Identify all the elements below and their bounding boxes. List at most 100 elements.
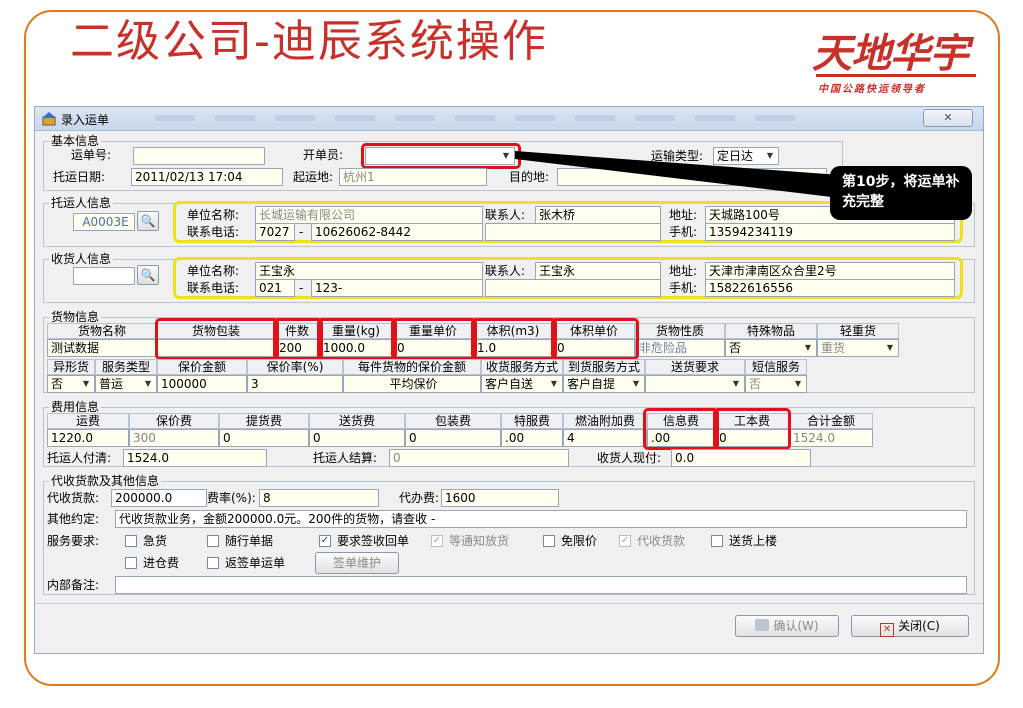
shipper-phone-area-input[interactable]: 7027 xyxy=(255,223,295,241)
goods-header-nature: 货物性质 xyxy=(635,323,725,339)
await-notice-label: 等通知放货 xyxy=(449,534,510,548)
consignee-phone-area-input[interactable]: 021 xyxy=(255,279,295,297)
consignee-mobile-input[interactable]: 15822616556 xyxy=(705,279,955,297)
fee-header-freight: 运费 xyxy=(47,413,129,429)
shipper-settle-label: 托运人结算: xyxy=(313,451,378,465)
odd-shape-select[interactable]: 否 ▼ xyxy=(47,375,95,393)
fuel-surcharge-input[interactable]: 4 xyxy=(563,429,647,447)
shipper-pay-input[interactable]: 1524.0 xyxy=(123,449,267,467)
freight-input[interactable]: 1220.0 xyxy=(47,429,129,447)
consignee-contact-input[interactable]: 王宝永 xyxy=(535,262,661,280)
blurred-title-text xyxy=(155,115,795,121)
warehouse-fee-checkbox[interactable] xyxy=(125,557,137,569)
shipper-extra-input[interactable] xyxy=(485,223,661,241)
service-type-value: 普运 xyxy=(99,377,124,391)
consignee-company-input[interactable]: 王宝永 xyxy=(255,262,483,280)
odd-shape-value: 否 xyxy=(51,377,64,391)
consignee-contact-label: 联系人: xyxy=(485,264,526,278)
insurance-rate-input[interactable]: 3 xyxy=(247,375,343,393)
shipper-contact-input[interactable]: 张木桥 xyxy=(535,206,661,224)
return-signed-waybill-label: 返签单运单 xyxy=(225,556,286,570)
consignee-code-input[interactable] xyxy=(73,267,135,285)
internal-remark-label: 内部备注: xyxy=(47,578,100,592)
special-service-fee-input[interactable]: .00 xyxy=(501,429,563,447)
shipper-phone-input[interactable]: 10626062-8442 xyxy=(311,223,483,241)
pickup-service-value: 客户自送 xyxy=(485,377,534,391)
goods-light-heavy-select[interactable]: 重货 ▼ xyxy=(817,339,899,357)
internal-remark-input[interactable] xyxy=(115,576,967,594)
other-terms-input[interactable]: 代收货款业务，金额200000.0元。200件的货物，请查收 - xyxy=(115,510,967,528)
chevron-down-icon: ▼ xyxy=(804,343,812,352)
confirm-button[interactable]: 确认(W) xyxy=(735,615,839,637)
goods-name-input[interactable]: 测试数据 xyxy=(47,339,157,357)
logo-underline xyxy=(816,74,976,77)
goods-special-select[interactable]: 否 ▼ xyxy=(725,339,817,357)
urgent-checkbox[interactable] xyxy=(125,535,137,547)
await-notice-checkbox[interactable]: ✓ xyxy=(431,535,443,547)
cod-fee-input[interactable]: 1600 xyxy=(441,489,559,507)
shipper-code-input[interactable]: A0003E xyxy=(73,213,135,231)
shipper-contact-label: 联系人: xyxy=(485,208,526,222)
total-amount-input[interactable]: 1524.0 xyxy=(789,429,873,447)
sms-service-select[interactable]: 否 ▼ xyxy=(745,375,807,393)
delivery-fee-input[interactable]: 0 xyxy=(309,429,405,447)
pickup-fee-input[interactable]: 0 xyxy=(219,429,309,447)
accompanying-docs-label: 随行单据 xyxy=(225,534,274,548)
goods-header-insured-amount: 保价金额 xyxy=(157,359,247,375)
consignee-extra-input[interactable] xyxy=(485,279,661,297)
cod-option-label: 代收货款 xyxy=(637,534,686,548)
consignee-address-input[interactable]: 天津市津南区众合里2号 xyxy=(705,262,955,280)
logo-slogan: 中国公路快运领导者 xyxy=(818,84,926,95)
delivery-service-select[interactable]: 客户自提 ▼ xyxy=(563,375,645,393)
service-type-select[interactable]: 普运 ▼ xyxy=(95,375,157,393)
phone-separator: - xyxy=(299,225,304,239)
cod-rate-input[interactable]: 8 xyxy=(259,489,379,507)
per-item-insured-input[interactable]: 平均保价 xyxy=(343,375,481,393)
close-button[interactable]: ✕ 关闭(C) xyxy=(851,615,969,637)
operator-label: 开单员: xyxy=(303,148,344,162)
goods-light-heavy-value: 重货 xyxy=(821,341,846,355)
sign-maintenance-button[interactable]: 签单维护 xyxy=(315,552,399,574)
delivery-service-value: 客户自提 xyxy=(567,377,616,391)
insured-amount-input[interactable]: 100000 xyxy=(157,375,247,393)
packaging-fee-input[interactable]: 0 xyxy=(405,429,501,447)
waybill-no-input[interactable] xyxy=(133,147,265,165)
packaging-highlight xyxy=(155,318,279,360)
volume-price-highlight xyxy=(551,318,639,360)
require-receipt-checkbox[interactable]: ✓ xyxy=(319,535,331,547)
slide-title: 二级公司-迪辰系统操作 xyxy=(70,16,548,67)
origin-input[interactable]: 杭州1 xyxy=(339,168,487,186)
cod-amount-input[interactable]: 200000.0 xyxy=(111,489,207,507)
search-icon: 🔍 xyxy=(140,214,156,228)
fee-header-fuel-surcharge: 燃油附加费 xyxy=(563,413,647,429)
goods-header-delivery-requirement: 送货要求 xyxy=(645,359,745,375)
cod-checkbox[interactable]: ✓ xyxy=(619,535,631,547)
accompanying-docs-checkbox[interactable] xyxy=(207,535,219,547)
consignee-phone-input[interactable]: 123- xyxy=(311,279,483,297)
fee-header-insurance-fee: 保价费 xyxy=(129,413,219,429)
delivery-requirement-select[interactable]: ▼ xyxy=(645,375,745,393)
operator-highlight xyxy=(361,143,521,169)
shipper-search-button[interactable]: 🔍 xyxy=(137,211,159,231)
pickup-service-select[interactable]: 客户自送 ▼ xyxy=(481,375,563,393)
consignee-cash-input[interactable]: 0.0 xyxy=(671,449,811,467)
return-signed-waybill-checkbox[interactable] xyxy=(207,557,219,569)
no-price-limit-checkbox[interactable] xyxy=(543,535,555,547)
shipper-phone-label: 联系电话: xyxy=(187,225,240,239)
goods-nature-input[interactable]: 非危险品 xyxy=(635,339,725,357)
upstairs-delivery-checkbox[interactable] xyxy=(711,535,723,547)
consignee-company-label: 单位名称: xyxy=(187,264,240,278)
insurance-fee-input[interactable]: 300 xyxy=(129,429,219,447)
close-icon: ✕ xyxy=(880,623,895,637)
chevron-down-icon: ▼ xyxy=(732,379,740,388)
ship-date-input[interactable]: 2011/02/13 17:04 xyxy=(131,168,283,186)
cod-info-title: 代收货款及其他信息 xyxy=(49,474,162,488)
shipper-settle-input[interactable]: 0 xyxy=(389,449,569,467)
shipper-company-label: 单位名称: xyxy=(187,208,240,222)
waybill-no-label: 运单号: xyxy=(71,148,112,162)
quantity-highlight xyxy=(273,318,323,360)
shipper-mobile-input[interactable]: 13594234119 xyxy=(705,223,955,241)
dialog-close-button[interactable]: ✕ xyxy=(923,109,973,127)
shipper-company-input[interactable]: 长城运输有限公司 xyxy=(255,206,483,224)
consignee-search-button[interactable]: 🔍 xyxy=(137,265,159,285)
